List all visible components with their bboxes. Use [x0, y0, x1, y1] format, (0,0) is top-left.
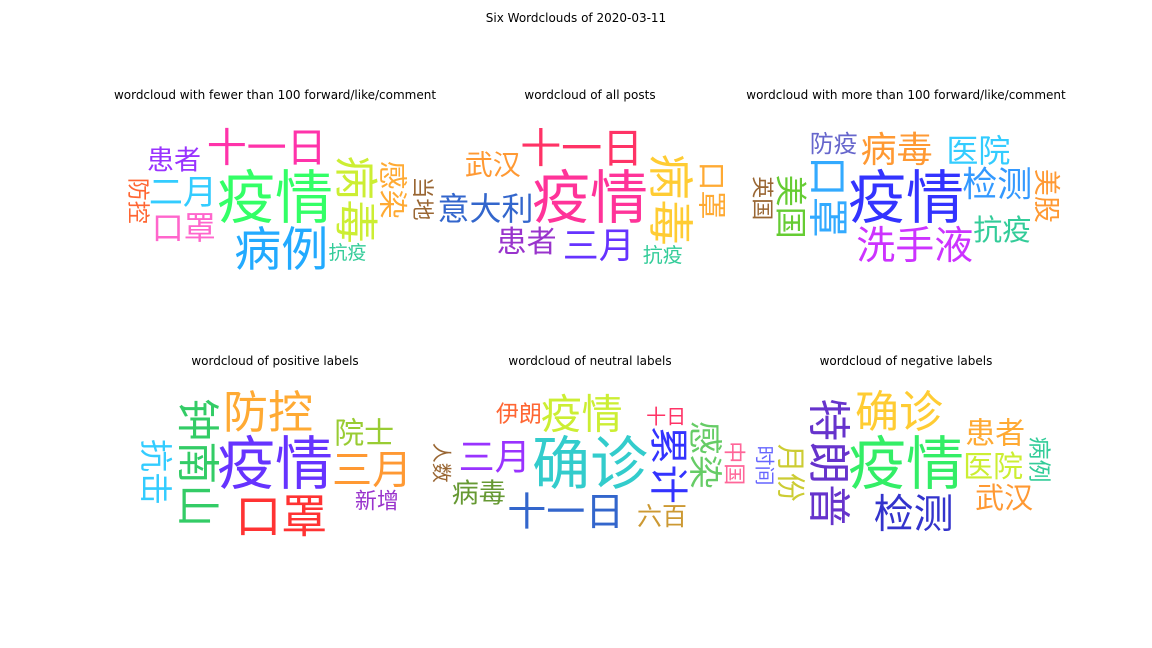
wordcloud-word: 病例	[234, 223, 328, 278]
panel-title: wordcloud of neutral labels	[508, 354, 672, 368]
wordcloud-svg: 疫情病例病毒十一日二月口罩感染患者防控 当地抗疫	[124, 125, 434, 278]
wordcloud-word: 病毒	[861, 130, 933, 171]
wordcloud-word: 十一日	[507, 491, 624, 536]
wordcloud-word: 检测	[962, 165, 1032, 205]
wordcloud-word: 六百	[637, 502, 687, 531]
wordcloud-word: 疫情	[848, 430, 964, 498]
wordcloud-word: 抗疫	[328, 242, 366, 264]
wordcloud-word: 三月	[332, 448, 412, 494]
wordcloud-word: 抗击	[136, 439, 175, 505]
wordcloud-word: 检测	[874, 492, 954, 538]
wordcloud-word: 确诊	[855, 387, 943, 438]
wordcloud-word: 特朗普	[803, 398, 853, 527]
wordcloud-word: 美股	[1030, 169, 1061, 223]
wordcloud-word: 医院	[946, 132, 1010, 170]
wordcloud-word: 意大利	[437, 190, 533, 228]
wordcloud-word: 疫情	[217, 164, 333, 232]
wordcloud-panel-positive: wordcloud of positive labels 疫情 口罩 防控 钟南山 三月…	[105, 354, 445, 550]
wordcloud-panel-fewer-interactions: wordcloud with fewer than 100 forward/li…	[105, 88, 445, 284]
panel-title: wordcloud with fewer than 100 forward/li…	[113, 88, 437, 102]
wordcloud-word: 累计	[644, 426, 689, 504]
wordcloud-word: 病例	[1025, 437, 1051, 483]
wordcloud-word: 疫情	[217, 430, 333, 498]
wordcloud-word: 十一日	[520, 124, 643, 172]
wordcloud-word: 二月	[149, 173, 217, 213]
wordcloud-word: 新增	[355, 489, 399, 514]
wordcloud-word: 钟南山	[172, 398, 222, 527]
wordcloud-word: 防疫	[810, 130, 858, 158]
wordcloud-panel-neutral: wordcloud of neutral labels 确诊 疫情 累计 十一日 三月 感…	[420, 354, 760, 550]
wordcloud-word: 防控	[223, 386, 313, 439]
wordcloud-word: 三月	[459, 438, 531, 479]
wordcloud-word: 口罩	[694, 161, 728, 219]
wordcloud-word: 确诊	[532, 430, 648, 498]
panel-title: wordcloud of negative labels	[819, 354, 993, 368]
panel-title: wordcloud of all posts	[524, 88, 656, 102]
wordcloud-word: 患者	[965, 416, 1025, 451]
wordcloud-word: 疫情	[848, 164, 964, 232]
wordcloud-svg: 疫情口罩洗手液 病毒检测 美国 医院抗疫美股 防疫英国	[749, 130, 1061, 269]
wordcloud-panel-all-posts: wordcloud of all posts 疫情 病毒 十一日三月 意大利 患者 口罩 武…	[420, 88, 760, 284]
wordcloud-word: 疫情	[541, 390, 623, 438]
wordcloud-svg: 确诊疫情累计十一日三月 感染病毒六百伊朗中国人数十日	[430, 390, 746, 536]
wordcloud-svg: 疫情确诊特朗普 检测医院患者武汉 月份 病例 时间	[753, 387, 1052, 538]
wordcloud-word: 病毒	[330, 156, 381, 244]
wordcloud-word: 防控	[124, 178, 150, 224]
wordcloud-panel-more-interactions: wordcloud with more than 100 forward/lik…	[736, 88, 1076, 284]
wordcloud-svg: 疫情病毒十一日三月意大利患者 口罩 武汉抗疫	[437, 124, 728, 267]
wordcloud-word: 三月	[563, 226, 635, 267]
wordcloud-word: 美国	[771, 175, 809, 239]
wordcloud-word: 口罩	[152, 209, 216, 247]
wordcloud-word: 病毒	[643, 154, 697, 246]
wordcloud-word: 人数	[430, 443, 454, 483]
wordcloud-word: 月份	[773, 444, 807, 502]
wordcloud-word: 疫情	[532, 164, 648, 232]
wordcloud-word: 患者	[497, 225, 557, 260]
wordcloud-word: 口罩	[804, 156, 852, 238]
wordcloud-word: 感染	[684, 421, 724, 489]
wordcloud-word: 武汉	[975, 481, 1033, 515]
wordcloud-word: 病毒	[452, 479, 506, 510]
wordcloud-word: 抗疫	[643, 243, 683, 267]
wordcloud-word: 感染	[376, 161, 410, 219]
panel-title: wordcloud with more than 100 forward/lik…	[746, 88, 1066, 102]
wordcloud-word: 十一日	[207, 125, 327, 171]
wordcloud-word: 洗手液	[856, 224, 973, 269]
wordcloud-word: 十日	[646, 404, 686, 428]
wordcloud-word: 武汉	[465, 149, 521, 182]
wordcloud-word: 伊朗	[496, 402, 542, 428]
wordcloud-word: 时间	[753, 446, 777, 486]
panel-title: wordcloud of positive labels	[191, 354, 359, 368]
wordcloud-word: 英国	[749, 176, 774, 220]
wordcloud-word: 抗疫	[973, 213, 1031, 247]
wordcloud-word: 口罩	[235, 490, 327, 544]
wordcloud-word: 患者	[147, 146, 201, 177]
wordcloud-svg: 疫情口罩 防控钟南山 三月 抗击 院士新增	[136, 386, 412, 544]
wordcloud-word: 院士	[334, 416, 394, 451]
figure-title: Six Wordclouds of 2020-03-11	[485, 11, 667, 25]
wordcloud-panel-negative: wordcloud of negative labels 疫情 确诊 特朗普 检测 医院…	[736, 354, 1076, 550]
wordcloud-word: 医院	[963, 450, 1023, 485]
